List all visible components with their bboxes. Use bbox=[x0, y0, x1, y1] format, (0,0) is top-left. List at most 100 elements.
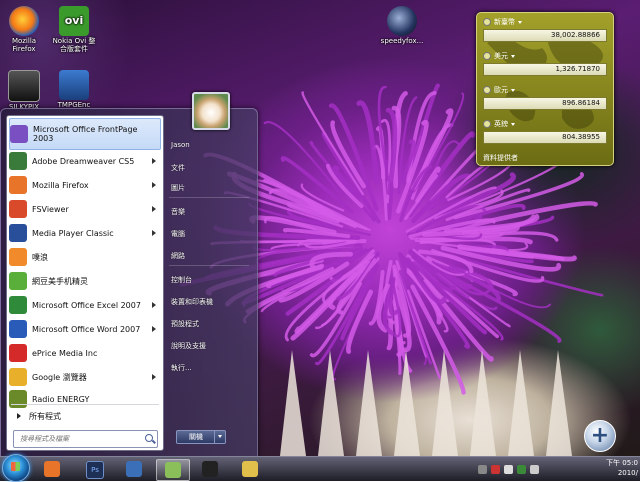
submenu-arrow-icon[interactable] bbox=[152, 374, 156, 380]
start-menu-item[interactable]: Radio ENERGY bbox=[9, 388, 159, 410]
coin-icon bbox=[483, 86, 491, 94]
submenu-arrow-icon[interactable] bbox=[152, 182, 156, 188]
start-menu-link[interactable]: 裝置和印表機 bbox=[171, 297, 213, 307]
music-note-icon bbox=[202, 461, 218, 477]
start-menu-item[interactable]: 網豆美手机精灵 bbox=[9, 270, 159, 292]
start-menu-link[interactable]: 音樂 bbox=[171, 207, 185, 217]
eprice-icon bbox=[9, 344, 27, 362]
divider bbox=[169, 265, 249, 266]
start-menu-link[interactable]: 說明及支援 bbox=[171, 341, 206, 351]
start-menu-item-label: Google 瀏覽器 bbox=[32, 372, 87, 382]
start-menu-item[interactable]: Media Player Classic bbox=[9, 222, 159, 244]
start-menu-item-label: Microsoft Office FrontPage 2003 bbox=[33, 125, 138, 143]
start-menu-item[interactable]: Microsoft Office Word 2007 bbox=[9, 318, 159, 340]
firefox-icon bbox=[9, 176, 27, 194]
currency-row-gbp[interactable]: 英鎊 804.38955 bbox=[483, 119, 607, 144]
silkypix-icon bbox=[8, 70, 40, 102]
fsviewer-icon bbox=[9, 200, 27, 218]
start-menu-item[interactable]: FSViewer bbox=[9, 198, 159, 220]
shutdown-button[interactable]: 關機 bbox=[176, 430, 216, 444]
security-icon[interactable] bbox=[491, 464, 500, 474]
coin-icon bbox=[483, 18, 491, 26]
start-menu-item[interactable]: Mozilla Firefox bbox=[9, 174, 159, 196]
currency-value[interactable]: 804.38955 bbox=[483, 131, 607, 144]
start-menu-item-label: 噗浪 bbox=[32, 252, 48, 262]
gadget-footer-link[interactable]: 資料提供者 bbox=[483, 153, 518, 163]
currency-gadget[interactable]: 新臺幣 38,002.88866 美元 1,326.71870 歐元 896.8… bbox=[476, 12, 614, 166]
start-menu-link[interactable]: 控制台 bbox=[171, 275, 192, 285]
currency-value[interactable]: 1,326.71870 bbox=[483, 63, 607, 76]
start-menu: 所有程式 Microsoft Office FrontPage 2003 Adob… bbox=[0, 108, 258, 456]
start-menu-link[interactable]: 預設程式 bbox=[171, 319, 199, 329]
desktop-icon-speedyfox[interactable]: speedyfox... bbox=[372, 6, 432, 45]
dreamweaver-icon bbox=[9, 152, 27, 170]
desktop-icon-nokia-ovi[interactable]: ovi Nokia Ovi 整 合版套件 bbox=[44, 6, 104, 53]
start-menu-item[interactable]: Microsoft Office Excel 2007 bbox=[9, 294, 159, 316]
currency-row-twd[interactable]: 新臺幣 38,002.88866 bbox=[483, 17, 607, 42]
shutdown-options-button[interactable] bbox=[214, 430, 226, 444]
photoshop-icon: Ps bbox=[86, 461, 104, 479]
start-menu-link[interactable]: 網路 bbox=[171, 251, 185, 261]
currency-value[interactable]: 38,002.88866 bbox=[483, 29, 607, 42]
taskbar-button-firefox[interactable] bbox=[36, 459, 68, 479]
start-menu-item-label: 網豆美手机精灵 bbox=[32, 276, 88, 286]
taskbar-button-media[interactable] bbox=[194, 459, 226, 479]
speedyfox-icon bbox=[387, 6, 417, 36]
tray-app-icon[interactable] bbox=[517, 464, 526, 474]
start-menu-item[interactable]: Adobe Dreamweaver CS5 bbox=[9, 150, 159, 172]
currency-row-eur[interactable]: 歐元 896.86184 bbox=[483, 85, 607, 110]
folder-icon bbox=[242, 461, 258, 477]
user-avatar[interactable] bbox=[192, 92, 230, 130]
submenu-arrow-icon[interactable] bbox=[152, 302, 156, 308]
wallpaper-tendril bbox=[321, 132, 381, 224]
chevron-down-icon[interactable] bbox=[511, 88, 515, 92]
taskbar-button-explorer[interactable] bbox=[234, 459, 266, 479]
firefox-icon bbox=[44, 461, 60, 477]
frontpage-icon bbox=[10, 125, 28, 143]
taskbar-button-messenger[interactable] bbox=[156, 459, 190, 481]
speaker-icon[interactable] bbox=[530, 464, 539, 474]
live-writer-icon bbox=[126, 461, 142, 477]
submenu-arrow-icon[interactable] bbox=[152, 158, 156, 164]
start-menu-link[interactable]: 電腦 bbox=[171, 229, 185, 239]
media-player-icon bbox=[9, 224, 27, 242]
currency-row-usd[interactable]: 美元 1,326.71870 bbox=[483, 51, 607, 76]
start-menu-item-label: Adobe Dreamweaver CS5 bbox=[32, 156, 135, 166]
volume-icon[interactable] bbox=[504, 464, 513, 474]
start-menu-link[interactable]: Jason bbox=[171, 141, 190, 149]
start-menu-item-label: FSViewer bbox=[32, 204, 69, 214]
chevron-down-icon[interactable] bbox=[518, 20, 522, 24]
chevron-down-icon[interactable] bbox=[511, 122, 515, 126]
desktop: Mozilla Firefox ovi Nokia Ovi 整 合版套件 SIL… bbox=[0, 0, 640, 456]
start-menu-item[interactable]: Google 瀏覽器 bbox=[9, 366, 159, 388]
start-menu-link[interactable]: 圖片 bbox=[171, 183, 185, 193]
currency-value[interactable]: 896.86184 bbox=[483, 97, 607, 110]
submenu-arrow-icon[interactable] bbox=[152, 326, 156, 332]
start-menu-item[interactable]: ePrice Media Inc bbox=[9, 342, 159, 364]
start-menu-item[interactable]: Microsoft Office FrontPage 2003 bbox=[9, 118, 161, 150]
system-clock[interactable]: 下午 05:0 2010/ bbox=[586, 458, 638, 478]
network-icon[interactable] bbox=[478, 464, 487, 474]
add-gadget-icon[interactable]: + bbox=[584, 420, 616, 452]
submenu-arrow-icon[interactable] bbox=[152, 230, 156, 236]
all-programs-button[interactable]: 所有程式 bbox=[11, 408, 159, 424]
submenu-arrow-icon[interactable] bbox=[152, 206, 156, 212]
wallpaper-petal bbox=[356, 350, 382, 456]
start-menu-item-label: Microsoft Office Excel 2007 bbox=[32, 300, 141, 310]
desktop-icon-tmpgenc[interactable]: TMPGEnc bbox=[44, 70, 104, 109]
messenger-icon bbox=[165, 462, 181, 478]
taskbar-button-windows-live[interactable] bbox=[118, 459, 150, 479]
search-box[interactable] bbox=[13, 430, 158, 448]
start-button[interactable] bbox=[2, 454, 30, 482]
plurk-icon bbox=[9, 248, 27, 266]
taskbar-button-photoshop[interactable]: Ps bbox=[78, 459, 110, 479]
start-menu-link[interactable]: 文件 bbox=[171, 163, 185, 173]
start-menu-item-label: Media Player Classic bbox=[32, 228, 114, 238]
start-menu-item[interactable]: 噗浪 bbox=[9, 246, 159, 268]
wallpaper-petal bbox=[546, 350, 572, 456]
start-menu-link[interactable]: 執行... bbox=[171, 363, 192, 373]
chrome-icon bbox=[9, 368, 27, 386]
chevron-down-icon[interactable] bbox=[511, 54, 515, 58]
search-input[interactable] bbox=[18, 432, 140, 446]
search-icon[interactable] bbox=[145, 434, 153, 442]
